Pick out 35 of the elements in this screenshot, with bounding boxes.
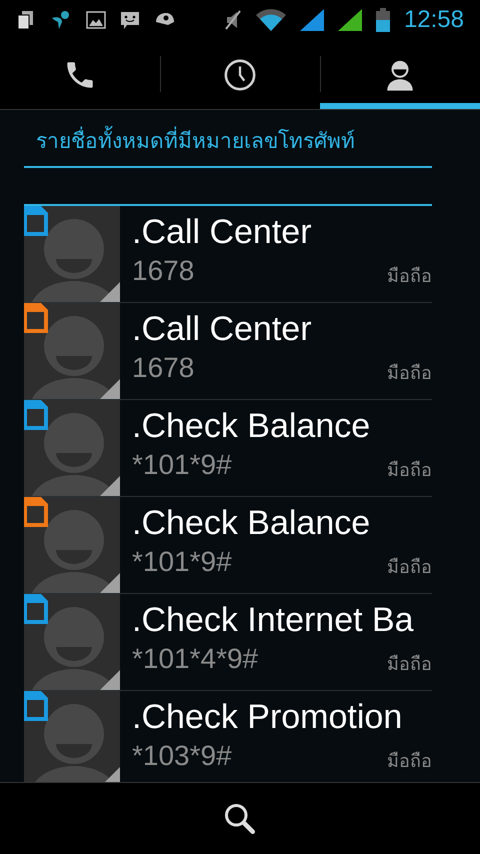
contact-name: .Check Promotion: [132, 698, 404, 736]
avatar-icon: [24, 400, 120, 496]
image-icon: [86, 10, 106, 30]
battery-icon: [376, 8, 390, 32]
avatar-icon: [24, 594, 120, 690]
number-type: มือถือ: [387, 752, 432, 770]
message-icon: [120, 10, 140, 30]
contact-name: .Call Center: [132, 214, 313, 252]
section-header: รายชื่อทั้งหมดที่มีหมายเลขโทรศัพท์: [36, 122, 355, 162]
number-type: มือถือ: [387, 461, 432, 480]
contact-name: .Check Balance: [132, 504, 372, 542]
avatar-icon: [24, 496, 120, 593]
number-type: มือถือ: [387, 558, 432, 576]
phone-number: *101*9#: [132, 451, 232, 480]
sim-cards-icon: [16, 10, 36, 30]
phone-number: 1678: [132, 257, 194, 286]
mute-icon: [224, 9, 242, 31]
clock-icon: [223, 58, 257, 92]
number-type: มือถือ: [387, 267, 432, 286]
signal-icon: [338, 9, 362, 31]
phone-number: 1678: [132, 354, 194, 382]
phone-number: *101*9#: [132, 548, 232, 576]
signal-icon: [300, 9, 324, 31]
clock-time: 12:58: [404, 5, 464, 35]
contact-name: .Check Balance: [132, 408, 372, 446]
number-type: มือถือ: [387, 655, 432, 674]
avatar-icon: [24, 302, 120, 399]
phone-number: *101*4*9#: [132, 645, 258, 674]
number-type: มือถือ: [387, 364, 432, 382]
phone-number: *103*9#: [132, 742, 232, 770]
wifi-icon: [256, 9, 286, 31]
contact-name: .Check Internet Ba: [132, 602, 415, 640]
carrier-icon: [50, 10, 72, 30]
contact-name: .Call Center: [132, 310, 313, 348]
avatar-icon: [24, 206, 120, 302]
